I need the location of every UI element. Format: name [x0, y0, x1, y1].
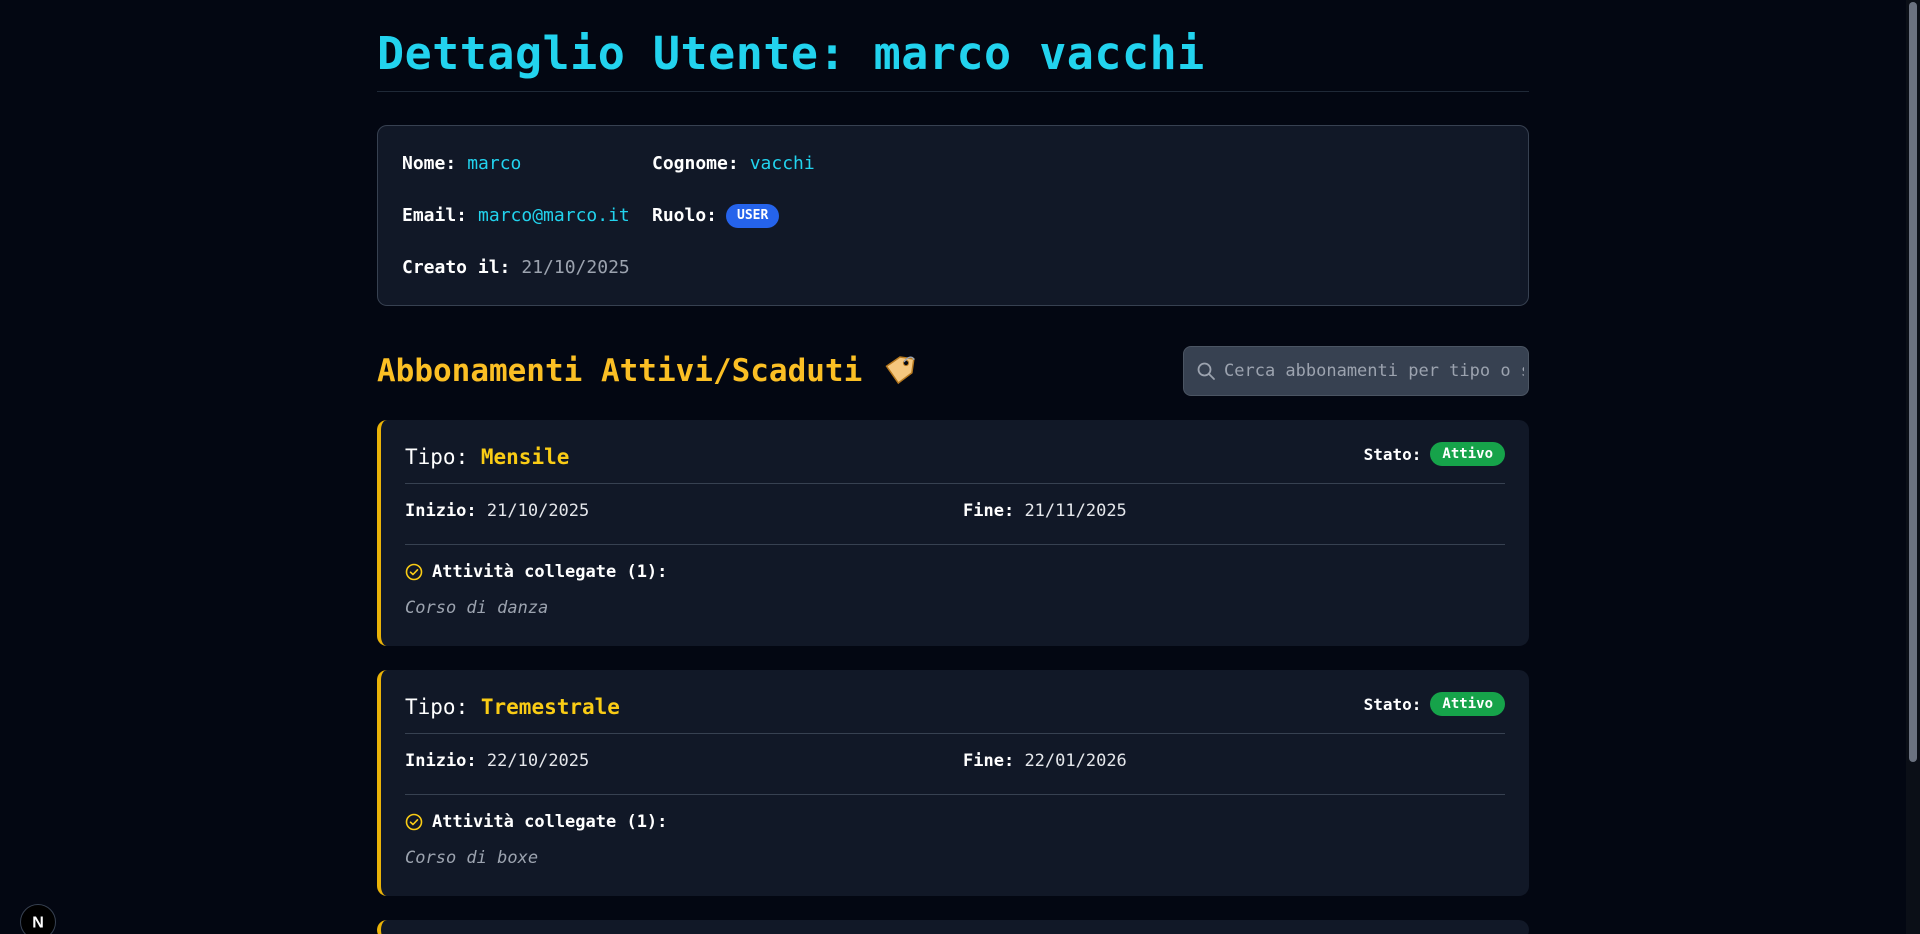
subscription-card-header: Tipo: Tremestrale Stato: Attivo: [405, 670, 1505, 734]
start-date: Inizio: 21/10/2025: [405, 501, 589, 521]
email-label: Email:: [402, 205, 468, 226]
tag-icon: [882, 354, 916, 388]
surname-value: vacchi: [749, 153, 815, 174]
end-value: 21/11/2025: [1024, 501, 1127, 521]
subscription-dates: Inizio: 22/10/2025 Fine: 22/01/2026: [405, 734, 1505, 795]
dev-badge-letter: N: [32, 914, 44, 932]
subscription-type: Tipo: Tremestrale: [405, 694, 620, 720]
search-icon: [1196, 361, 1216, 381]
linked-activities-header: Attività collegate (1):: [405, 812, 667, 832]
end-date: Fine: 21/11/2025: [963, 501, 1127, 521]
subscription-state: Stato: Attivo: [1364, 692, 1505, 716]
subscriptions-list: Tipo: Mensile Stato: Attivo Inizio: 21/1…: [377, 420, 1529, 934]
state-label: Stato:: [1363, 444, 1422, 464]
status-badge: Attivo: [1430, 442, 1505, 466]
start-date: Inizio: 22/10/2025: [405, 751, 589, 771]
subscription-card: Tipo: Mensile Stato: Attivo Inizio: 21/1…: [377, 420, 1529, 646]
subscriptions-title: Abbonamenti Attivi/Scaduti: [377, 351, 916, 391]
subscription-card-partial: [377, 920, 1529, 934]
role-row: Ruolo: USER: [652, 204, 780, 228]
end-label: Fine:: [963, 751, 1015, 771]
type-label: Tipo:: [405, 445, 469, 469]
scrollbar-thumb[interactable]: [1909, 2, 1917, 762]
next-logo-icon: N: [32, 914, 44, 932]
linked-activities-label: Attività collegate (1):: [432, 812, 668, 832]
page-container: Dettaglio Utente: marco vacchi Nome: mar…: [377, 0, 1529, 934]
name-row: Nome: marco: [402, 152, 521, 176]
linked-activity-item: Corso di danza: [405, 598, 549, 618]
page-scrollbar[interactable]: [1906, 0, 1920, 934]
search-input[interactable]: [1224, 361, 1524, 381]
start-value: 21/10/2025: [486, 501, 590, 521]
end-value: 22/01/2026: [1024, 751, 1127, 771]
end-date: Fine: 22/01/2026: [963, 751, 1127, 771]
state-label: Stato:: [1363, 694, 1422, 714]
created-row: Creato il: 21/10/2025: [402, 256, 630, 280]
dev-tools-badge[interactable]: N: [20, 904, 56, 934]
subscription-card-header: Tipo: Mensile Stato: Attivo: [405, 420, 1505, 484]
linked-activities-label: Attività collegate (1):: [432, 562, 668, 582]
linked-activities: Attività collegate (1): Corso di danza: [405, 545, 1505, 645]
role-badge: USER: [726, 204, 780, 228]
check-circle-icon: [405, 563, 423, 581]
name-label: Nome:: [402, 153, 457, 174]
start-value: 22/10/2025: [486, 751, 590, 771]
surname-label: Cognome:: [652, 153, 739, 174]
search-box[interactable]: [1183, 346, 1529, 396]
subscription-state: Stato: Attivo: [1364, 442, 1505, 466]
linked-activity-item: Corso di boxe: [405, 848, 539, 868]
subscription-type: Tipo: Mensile: [405, 444, 569, 470]
page-title: Dettaglio Utente: marco vacchi: [377, 0, 1529, 92]
status-badge: Attivo: [1430, 692, 1505, 716]
linked-activities-header: Attività collegate (1):: [405, 562, 667, 582]
subscription-dates: Inizio: 21/10/2025 Fine: 21/11/2025: [405, 484, 1505, 545]
email-value: marco@marco.it: [478, 205, 630, 226]
start-label: Inizio:: [405, 751, 477, 771]
start-label: Inizio:: [405, 501, 477, 521]
role-label: Ruolo:: [652, 205, 718, 226]
created-label: Creato il:: [402, 257, 511, 278]
end-label: Fine:: [963, 501, 1015, 521]
user-info-card: Nome: marco Cognome: vacchi Email: marco…: [377, 125, 1529, 306]
check-circle-icon: [405, 813, 423, 831]
type-label: Tipo:: [405, 695, 469, 719]
subscription-card: Tipo: Tremestrale Stato: Attivo Inizio: …: [377, 670, 1529, 896]
type-value: Tremestrale: [480, 695, 620, 719]
created-value: 21/10/2025: [521, 257, 630, 278]
email-row: Email: marco@marco.it: [402, 204, 630, 228]
surname-row: Cognome: vacchi: [652, 152, 815, 176]
type-value: Mensile: [480, 445, 570, 469]
name-value: marco: [467, 153, 522, 174]
subscriptions-title-text: Abbonamenti Attivi/Scaduti: [377, 353, 863, 389]
subscriptions-header: Abbonamenti Attivi/Scaduti: [377, 346, 1529, 396]
linked-activities: Attività collegate (1): Corso di boxe: [405, 795, 1505, 895]
